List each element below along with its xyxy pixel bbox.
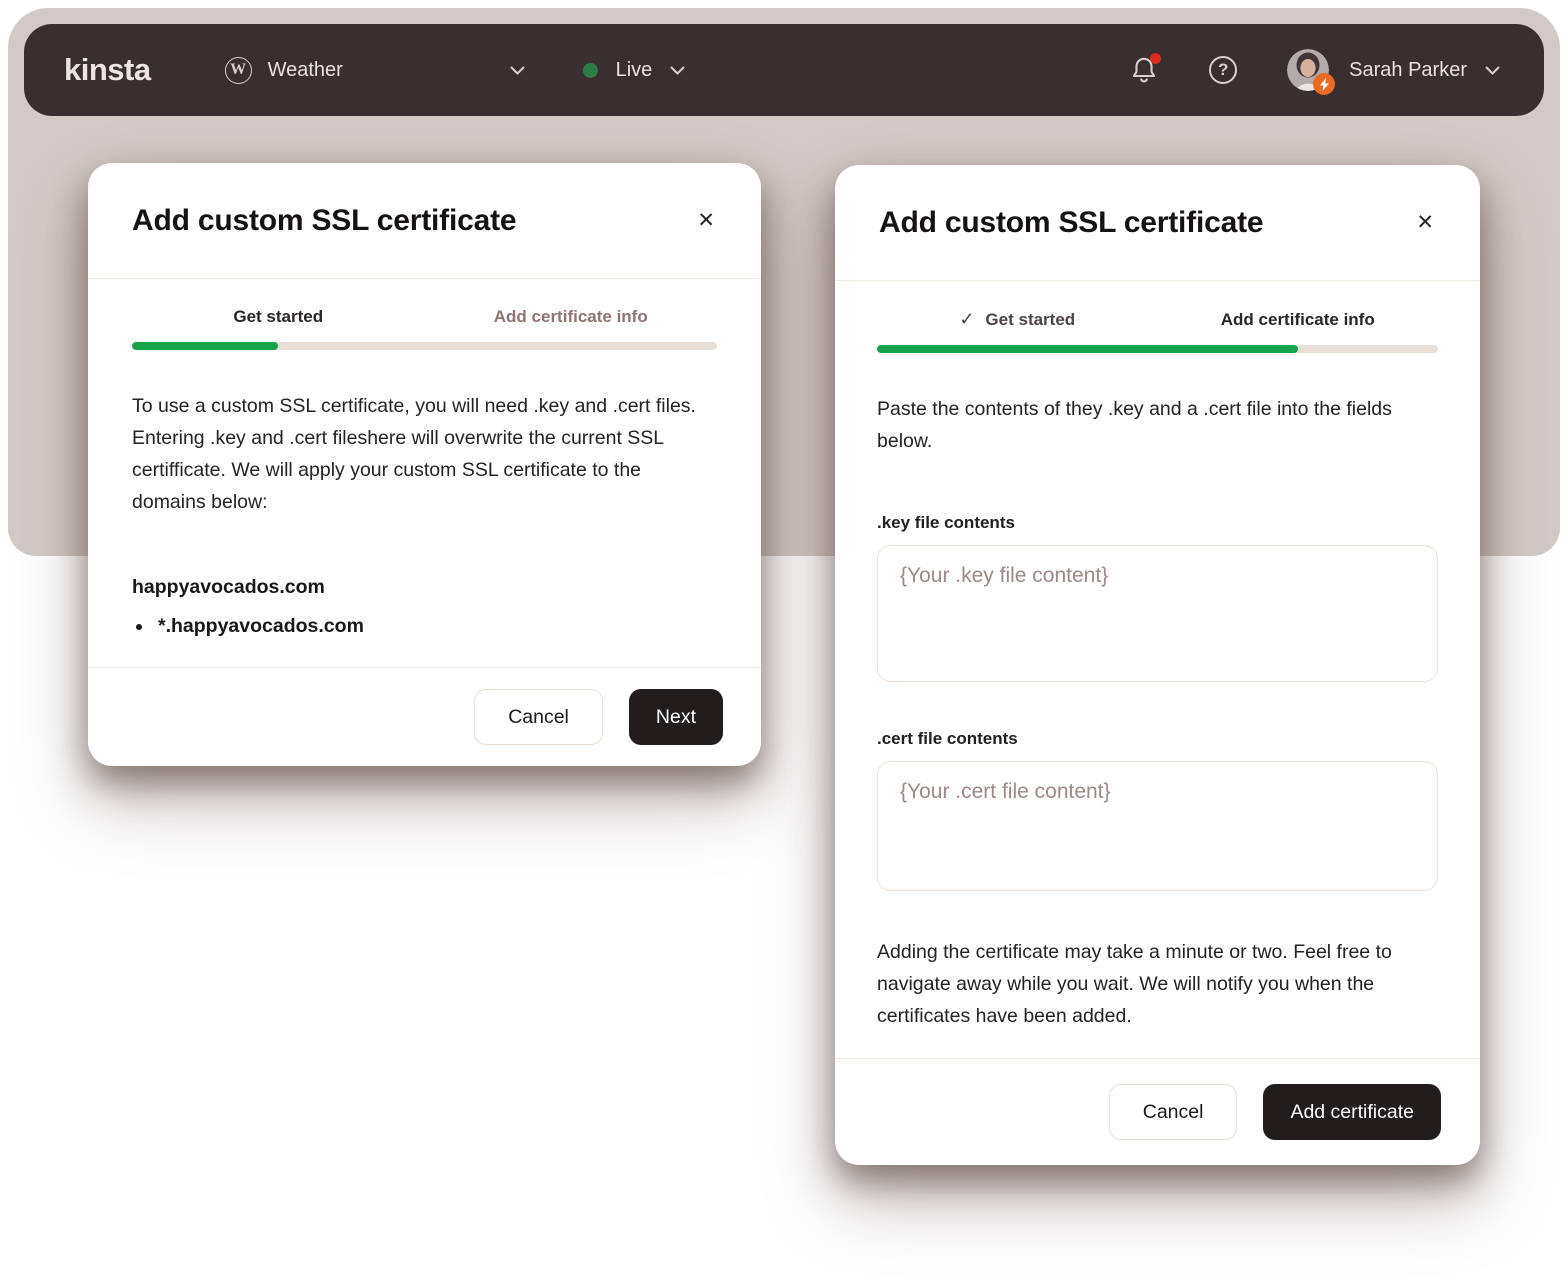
- modal-body: Paste the contents of they .key and a .c…: [835, 353, 1480, 1032]
- instruction-text: To use a custom SSL certificate, you wil…: [132, 390, 717, 518]
- chevron-down-icon: [670, 66, 685, 75]
- key-field-group: .key file contents: [877, 513, 1438, 687]
- stepper: Get started Add certificate info: [88, 279, 761, 350]
- stepper: ✓ Get started Add certificate info: [835, 281, 1480, 353]
- next-button[interactable]: Next: [629, 689, 723, 745]
- progress-fill: [132, 342, 278, 350]
- notifications-button[interactable]: [1131, 56, 1157, 84]
- modal-footer: Cancel Add certificate: [835, 1058, 1480, 1165]
- chevron-down-icon[interactable]: [1485, 66, 1500, 75]
- cancel-button[interactable]: Cancel: [1109, 1084, 1238, 1140]
- key-field-label: .key file contents: [877, 513, 1438, 533]
- step-get-started[interactable]: ✓ Get started: [877, 309, 1158, 330]
- modal-footer: Cancel Next: [88, 667, 761, 766]
- progress-fill: [877, 345, 1298, 353]
- site-name-label: Weather: [268, 59, 510, 82]
- primary-domain: happyavocados.com: [132, 576, 717, 599]
- domain-block: happyavocados.com *.happyavocados.com: [132, 576, 717, 638]
- live-status-dot: [583, 63, 598, 78]
- user-avatar[interactable]: [1287, 49, 1329, 91]
- progress-bar: [877, 345, 1438, 353]
- key-file-input[interactable]: [877, 545, 1438, 682]
- cert-field-label: .cert file contents: [877, 729, 1438, 749]
- instruction-text: Paste the contents of they .key and a .c…: [877, 393, 1438, 457]
- modal-title: Add custom SSL certificate: [132, 204, 516, 238]
- environment-selector[interactable]: Live: [583, 59, 686, 82]
- step-get-started-label: Get started: [985, 310, 1075, 330]
- close-icon[interactable]: ✕: [693, 206, 719, 235]
- environment-label: Live: [616, 59, 653, 82]
- modal-title: Add custom SSL certificate: [879, 206, 1263, 240]
- site-selector[interactable]: W Weather: [225, 57, 525, 84]
- topbar-right: ? Sarah Parker: [1131, 49, 1500, 91]
- modal-add-ssl-certificate-info: Add custom SSL certificate ✕ ✓ Get start…: [835, 165, 1480, 1165]
- wordpress-icon: W: [225, 57, 252, 84]
- wildcard-domain: *.happyavocados.com: [154, 615, 717, 638]
- lightning-badge-icon: [1313, 73, 1335, 95]
- close-icon[interactable]: ✕: [1412, 208, 1438, 237]
- modal-header: Add custom SSL certificate ✕: [835, 165, 1480, 281]
- cancel-button[interactable]: Cancel: [474, 689, 603, 745]
- cert-file-input[interactable]: [877, 761, 1438, 891]
- chevron-down-icon: [510, 66, 525, 75]
- modal-header: Add custom SSL certificate ✕: [88, 163, 761, 279]
- kinsta-logo[interactable]: kinsta: [64, 52, 151, 88]
- step-get-started[interactable]: Get started: [132, 307, 425, 327]
- help-button[interactable]: ?: [1209, 56, 1237, 84]
- note-text: Adding the certificate may take a minute…: [877, 936, 1438, 1032]
- modal-body: To use a custom SSL certificate, you wil…: [88, 350, 761, 638]
- check-icon: ✓: [959, 309, 974, 330]
- modal-add-ssl-get-started: Add custom SSL certificate ✕ Get started…: [88, 163, 761, 766]
- notification-badge: [1150, 53, 1161, 64]
- page: kinsta W Weather Live ?: [0, 0, 1568, 1280]
- step-add-certificate-info[interactable]: Add certificate info: [425, 307, 718, 327]
- progress-bar: [132, 342, 717, 350]
- topbar: kinsta W Weather Live ?: [24, 24, 1544, 116]
- user-name-label[interactable]: Sarah Parker: [1349, 59, 1467, 82]
- step-add-certificate-info[interactable]: Add certificate info: [1158, 309, 1439, 330]
- cert-field-group: .cert file contents: [877, 729, 1438, 896]
- add-certificate-button[interactable]: Add certificate: [1263, 1084, 1441, 1140]
